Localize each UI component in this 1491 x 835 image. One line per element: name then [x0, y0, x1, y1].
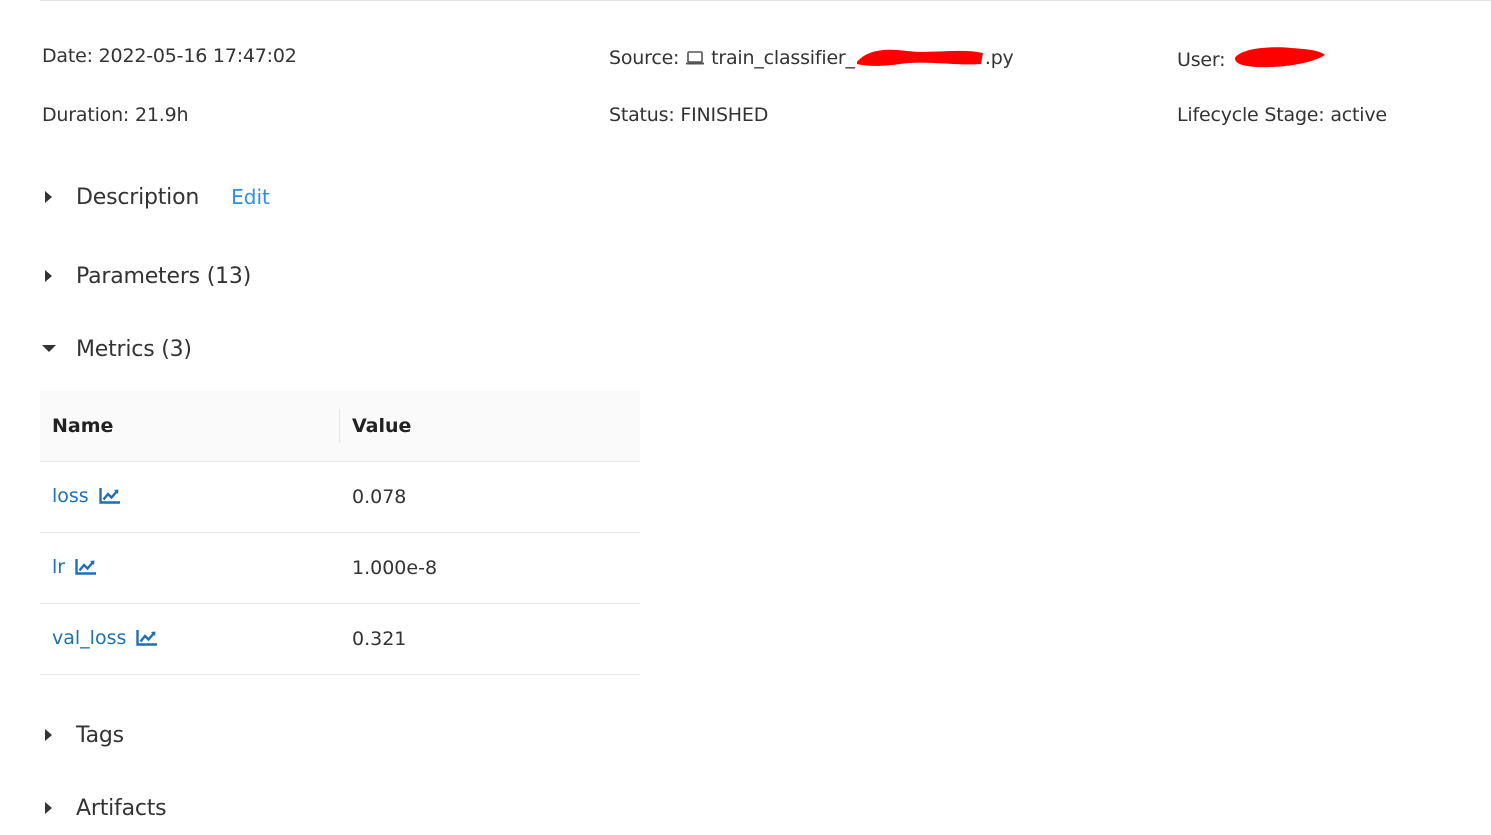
column-header-name: Name	[40, 391, 340, 462]
table-row: loss 0.078	[40, 461, 640, 533]
metric-name-cell: loss	[40, 461, 340, 533]
lifecycle-value: active	[1330, 104, 1387, 126]
section-artifacts-title[interactable]: Artifacts	[76, 796, 167, 821]
metric-value-cell: 0.321	[340, 603, 640, 675]
duration-label: Duration:	[42, 104, 130, 126]
metrics-table-header: Name Value	[40, 391, 640, 462]
section-parameters-title[interactable]: Parameters (13)	[76, 264, 251, 289]
metric-link-val-loss[interactable]: val_loss	[52, 627, 126, 649]
table-row: lr 1.000e-8	[40, 532, 640, 604]
caret-right-icon[interactable]	[40, 726, 58, 744]
run-source: Source: train_classifier_ .py	[609, 44, 1014, 74]
caret-right-icon[interactable]	[40, 799, 58, 817]
line-chart-icon[interactable]	[136, 629, 158, 651]
metric-link-loss[interactable]: loss	[52, 485, 89, 507]
run-duration: Duration: 21.9h	[42, 103, 189, 127]
section-description[interactable]: Description Edit	[40, 182, 270, 212]
date-value: 2022-05-16 17:47:02	[98, 45, 297, 67]
metric-name-cell: val_loss	[40, 603, 340, 675]
section-parameters[interactable]: Parameters (13)	[40, 261, 251, 291]
section-description-title[interactable]: Description	[76, 185, 199, 210]
section-metrics-title[interactable]: Metrics (3)	[76, 337, 192, 362]
run-lifecycle-stage: Lifecycle Stage: active	[1177, 103, 1387, 127]
user-label: User:	[1177, 49, 1226, 71]
run-user: User:	[1177, 44, 1327, 76]
section-tags-title[interactable]: Tags	[76, 723, 124, 748]
top-divider	[40, 0, 1491, 1]
caret-right-icon[interactable]	[40, 188, 58, 206]
run-date: Date: 2022-05-16 17:47:02	[42, 44, 297, 68]
lifecycle-label: Lifecycle Stage:	[1177, 104, 1325, 126]
source-label: Source:	[609, 47, 680, 69]
duration-value: 21.9h	[134, 104, 189, 126]
laptop-icon	[685, 48, 705, 72]
redaction-mark	[855, 44, 985, 74]
line-chart-icon[interactable]	[99, 487, 121, 509]
date-label: Date:	[42, 45, 93, 67]
source-filename-prefix[interactable]: train_classifier_	[711, 47, 855, 69]
column-header-value: Value	[340, 391, 640, 462]
run-status: Status: FINISHED	[609, 103, 768, 127]
section-metrics[interactable]: Metrics (3)	[40, 334, 192, 364]
section-artifacts[interactable]: Artifacts	[40, 793, 167, 823]
metric-value-cell: 0.078	[340, 461, 640, 533]
description-edit-link[interactable]: Edit	[231, 185, 270, 209]
table-row: val_loss 0.321	[40, 603, 640, 675]
caret-right-icon[interactable]	[40, 267, 58, 285]
metric-value-cell: 1.000e-8	[340, 532, 640, 604]
metric-name-cell: lr	[40, 532, 340, 604]
user-redaction-mark	[1231, 44, 1327, 76]
source-filename-suffix[interactable]: .py	[985, 47, 1014, 69]
line-chart-icon[interactable]	[75, 558, 97, 580]
status-value: FINISHED	[680, 104, 769, 126]
metric-link-lr[interactable]: lr	[52, 556, 65, 578]
status-label: Status:	[609, 104, 675, 126]
section-tags[interactable]: Tags	[40, 720, 124, 750]
caret-down-icon[interactable]	[40, 340, 58, 358]
metrics-table: Name Value loss 0.078 lr 1.000e-8 val_lo…	[40, 391, 640, 675]
